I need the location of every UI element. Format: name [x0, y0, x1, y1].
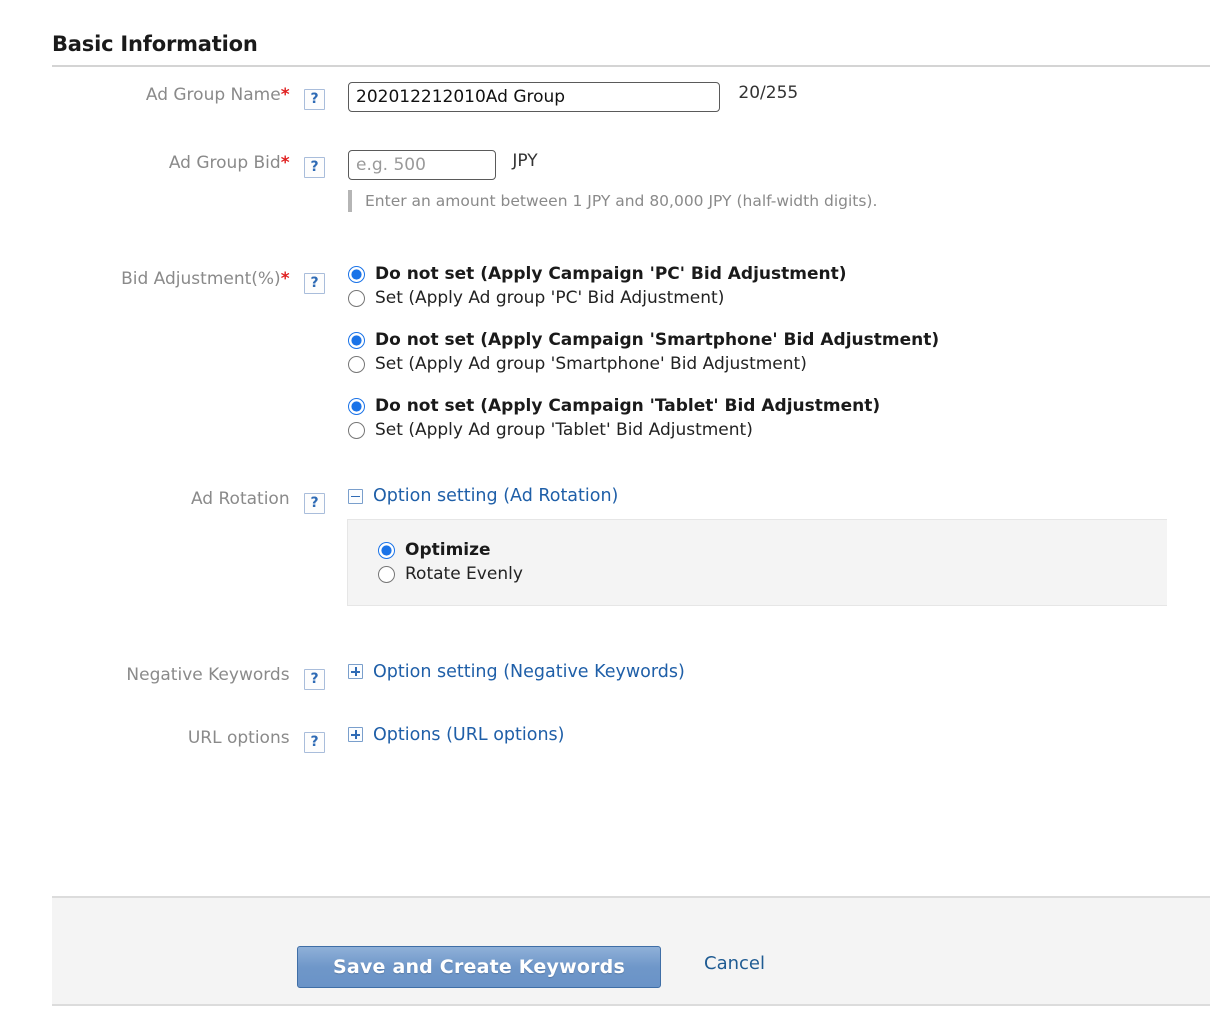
radio-option-tablet-set[interactable]: Set (Apply Ad group 'Tablet' Bid Adjustm…	[348, 422, 1210, 439]
label-negative-keywords: Negative Keywords ?	[0, 662, 325, 690]
label-ad-rotation-text: Ad Rotation	[190, 489, 290, 509]
row-ad-group-name: Ad Group Name* ? 20/255	[0, 82, 1210, 112]
required-asterisk: *	[280, 85, 290, 105]
basic-information-form: Ad Group Name* ? 20/255 Ad Group Bid* ? …	[0, 82, 1210, 753]
hint-text: Enter an amount between 1 JPY and 80,000…	[365, 192, 878, 210]
label-ad-group-bid-text: Ad Group Bid	[168, 153, 281, 173]
url-options-toggle-label: Options (URL options)	[373, 724, 565, 745]
url-options-toggle[interactable]: Options (URL options)	[348, 725, 564, 745]
radio-input-smartphone-set[interactable]	[348, 356, 365, 373]
save-and-create-keywords-button[interactable]: Save and Create Keywords	[297, 946, 661, 988]
label-negative-keywords-text: Negative Keywords	[126, 664, 290, 685]
row-negative-keywords: Negative Keywords ? Option setting (Nega…	[0, 662, 1210, 690]
radio-input-smartphone-donotset[interactable]	[348, 332, 365, 349]
row-url-options: URL options ? Options (URL options)	[0, 725, 1210, 753]
field-url-options: Options (URL options)	[325, 725, 1210, 748]
radio-label-optimize: Optimize	[405, 539, 491, 560]
field-ad-group-bid: JPY Enter an amount between 1 JPY and 80…	[325, 150, 1210, 212]
radio-option-tablet-donotset[interactable]: Do not set (Apply Campaign 'Tablet' Bid …	[348, 398, 1210, 415]
row-ad-group-bid: Ad Group Bid* ? JPY Enter an amount betw…	[0, 150, 1210, 212]
field-bid-adjustment: Do not set (Apply Campaign 'PC' Bid Adju…	[325, 266, 1210, 439]
radio-label-smartphone-set: Set (Apply Ad group 'Smartphone' Bid Adj…	[375, 354, 807, 374]
label-bid-adjustment-text: Bid Adjustment(%)	[121, 269, 281, 289]
radio-input-pc-set[interactable]	[348, 290, 365, 307]
help-icon[interactable]: ?	[304, 89, 325, 110]
radio-option-pc-set[interactable]: Set (Apply Ad group 'PC' Bid Adjustment)	[348, 290, 1210, 307]
hint-bar	[348, 190, 352, 212]
help-icon[interactable]: ?	[304, 668, 325, 690]
page-title: Basic Information	[52, 32, 258, 56]
radio-input-tablet-set[interactable]	[348, 422, 365, 439]
field-ad-group-name: 20/255	[325, 82, 1210, 112]
row-ad-rotation: Ad Rotation ? Option setting (Ad Rotatio…	[0, 486, 1210, 606]
radio-option-pc-donotset[interactable]: Do not set (Apply Campaign 'PC' Bid Adju…	[348, 266, 1210, 283]
radio-input-tablet-donotset[interactable]	[348, 398, 365, 415]
ad-group-form-page: Basic Information Ad Group Name* ? 20/25…	[0, 0, 1210, 1032]
radio-label-smartphone-donotset: Do not set (Apply Campaign 'Smartphone' …	[375, 330, 940, 350]
label-ad-group-name: Ad Group Name* ?	[0, 82, 325, 110]
help-icon[interactable]: ?	[304, 493, 325, 514]
required-asterisk: *	[280, 153, 290, 173]
radio-group-tablet: Do not set (Apply Campaign 'Tablet' Bid …	[348, 398, 1210, 439]
radio-input-optimize[interactable]	[378, 541, 395, 559]
plus-icon	[348, 727, 363, 742]
help-icon[interactable]: ?	[304, 731, 325, 753]
radio-label-rotate-evenly: Rotate Evenly	[405, 563, 523, 584]
row-bid-adjustment: Bid Adjustment(%)* ? Do not set (Apply C…	[0, 266, 1210, 439]
label-ad-group-name-text: Ad Group Name	[145, 85, 281, 105]
label-ad-group-bid: Ad Group Bid* ?	[0, 150, 325, 178]
radio-label-pc-set: Set (Apply Ad group 'PC' Bid Adjustment)	[375, 288, 725, 308]
title-divider	[52, 65, 1210, 67]
minus-icon	[348, 488, 363, 504]
negative-keywords-toggle[interactable]: Option setting (Negative Keywords)	[348, 662, 685, 682]
negative-keywords-toggle-label: Option setting (Negative Keywords)	[373, 661, 685, 682]
ad-rotation-panel: Optimize Rotate Evenly	[347, 518, 1167, 606]
radio-option-smartphone-donotset[interactable]: Do not set (Apply Campaign 'Smartphone' …	[348, 332, 1210, 349]
radio-option-rotate-evenly[interactable]: Rotate Evenly	[378, 563, 1167, 584]
radio-input-pc-donotset[interactable]	[348, 266, 365, 283]
label-url-options-text: URL options	[187, 727, 290, 748]
radio-option-optimize[interactable]: Optimize	[378, 539, 1167, 560]
label-bid-adjustment: Bid Adjustment(%)* ?	[0, 266, 325, 294]
ad-rotation-toggle[interactable]: Option setting (Ad Rotation)	[348, 486, 618, 506]
radio-label-pc-donotset: Do not set (Apply Campaign 'PC' Bid Adju…	[375, 264, 847, 284]
radio-option-smartphone-set[interactable]: Set (Apply Ad group 'Smartphone' Bid Adj…	[348, 356, 1210, 373]
ad-group-bid-input[interactable]	[348, 150, 496, 180]
radio-group-smartphone: Do not set (Apply Campaign 'Smartphone' …	[348, 332, 1210, 373]
help-icon[interactable]: ?	[304, 273, 325, 294]
label-ad-rotation: Ad Rotation ?	[0, 486, 325, 514]
field-ad-rotation: Option setting (Ad Rotation) Optimize Ro…	[325, 486, 1210, 606]
radio-group-pc: Do not set (Apply Campaign 'PC' Bid Adju…	[348, 266, 1210, 307]
form-footer: Save and Create Keywords Cancel	[52, 896, 1210, 1006]
bid-hint: Enter an amount between 1 JPY and 80,000…	[348, 190, 1210, 212]
radio-label-tablet-donotset: Do not set (Apply Campaign 'Tablet' Bid …	[375, 396, 881, 416]
currency-unit: JPY	[512, 151, 538, 171]
help-icon[interactable]: ?	[304, 157, 325, 178]
label-url-options: URL options ?	[0, 725, 325, 753]
ad-group-name-input[interactable]	[348, 82, 720, 112]
radio-input-rotate-evenly[interactable]	[378, 565, 395, 583]
cancel-link[interactable]: Cancel	[704, 953, 765, 974]
ad-rotation-toggle-label: Option setting (Ad Rotation)	[373, 486, 619, 506]
required-asterisk: *	[280, 269, 290, 289]
plus-icon	[348, 664, 363, 679]
radio-label-tablet-set: Set (Apply Ad group 'Tablet' Bid Adjustm…	[375, 420, 753, 440]
field-negative-keywords: Option setting (Negative Keywords)	[325, 662, 1210, 685]
character-counter: 20/255	[738, 83, 799, 103]
